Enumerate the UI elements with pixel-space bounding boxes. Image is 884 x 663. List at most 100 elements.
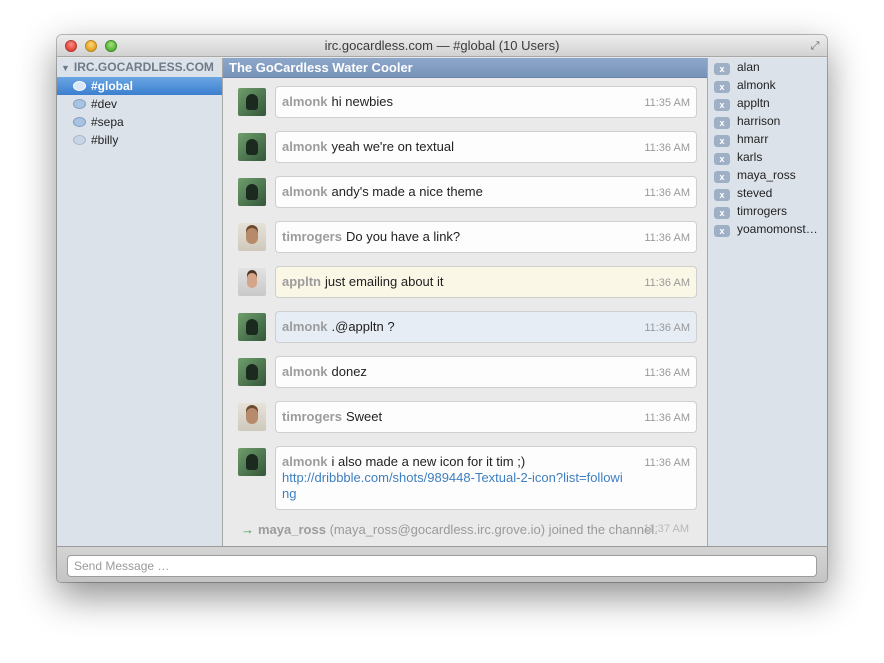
user-name: karls	[737, 150, 763, 164]
message-link[interactable]: http://dribbble.com/shots/989448-Textual…	[282, 470, 623, 501]
message-text: .@appltn ?	[331, 319, 395, 334]
user-name: yoamomonst…	[737, 222, 818, 236]
user-item[interactable]: x yoamomonst…	[708, 220, 827, 238]
user-icon: x	[714, 81, 730, 93]
user-item[interactable]: x steved	[708, 184, 827, 202]
disclosure-triangle-icon[interactable]: ▼	[61, 59, 70, 78]
join-event: → maya_ross (maya_ross@gocardless.irc.gro…	[241, 522, 701, 537]
message-bubble: almonk i also made a new icon for it tim …	[275, 446, 697, 510]
message-bubble: almonk donez 11:36 AM	[275, 356, 697, 388]
message-nick[interactable]: timrogers	[282, 409, 342, 424]
user-name: harrison	[737, 114, 781, 128]
avatar	[238, 88, 266, 116]
message-nick[interactable]: almonk	[282, 454, 328, 469]
user-list: x alan x almonk x appltn x harrison x hmarr x…	[707, 58, 827, 546]
user-icon: x	[714, 207, 730, 219]
user-item[interactable]: x appltn	[708, 94, 827, 112]
user-name: steved	[737, 186, 773, 200]
message-bubble: timrogers Do you have a link? 11:36 AM	[275, 221, 697, 253]
message-time: 11:36 AM	[644, 142, 690, 154]
channel-name: #sepa	[91, 115, 124, 129]
message-time: 11:35 AM	[644, 97, 690, 109]
avatar	[238, 313, 266, 341]
message-time: 11:36 AM	[644, 367, 690, 379]
server-header[interactable]: ▼ IRC.GOCARDLESS.COM	[57, 58, 222, 77]
message-time: 11:36 AM	[644, 322, 690, 334]
user-item[interactable]: x almonk	[708, 76, 827, 94]
join-text: (maya_ross@gocardless.irc.grove.io) join…	[329, 522, 658, 537]
message-nick[interactable]: almonk	[282, 139, 328, 154]
user-item[interactable]: x harrison	[708, 112, 827, 130]
title-bar: irc.gocardless.com — #global (10 Users) …	[57, 35, 827, 57]
user-item[interactable]: x hmarr	[708, 130, 827, 148]
message-nick[interactable]: timrogers	[282, 229, 342, 244]
chat-area: The GoCardless Water Cooler almonk hi new…	[223, 58, 707, 546]
message-bubble: appltn just emailing about it 11:36 AM	[275, 266, 697, 298]
message-nick[interactable]: almonk	[282, 184, 328, 199]
message-text: Do you have a link?	[345, 229, 461, 244]
server-name: IRC.GOCARDLESS.COM	[73, 60, 214, 74]
user-icon: x	[714, 225, 730, 237]
user-name: hmarr	[737, 132, 769, 146]
message-input[interactable]	[67, 555, 817, 577]
user-item[interactable]: x karls	[708, 148, 827, 166]
user-name: appltn	[737, 96, 770, 110]
channel-item-sepa[interactable]: #sepa	[57, 113, 222, 131]
message-text: andy's made a nice theme	[331, 184, 483, 199]
message-time: 11:36 AM	[644, 277, 690, 289]
app-window: irc.gocardless.com — #global (10 Users) …	[57, 35, 827, 582]
message-time: 11:36 AM	[644, 457, 690, 469]
avatar	[238, 358, 266, 386]
user-name: timrogers	[737, 204, 788, 218]
user-icon: x	[714, 117, 730, 129]
avatar	[238, 448, 266, 476]
avatar	[238, 403, 266, 431]
message-nick[interactable]: appltn	[282, 274, 321, 289]
message-nick[interactable]: almonk	[282, 364, 328, 379]
channel-topic: The GoCardless Water Cooler	[223, 58, 707, 78]
join-nick[interactable]: maya_ross	[258, 522, 326, 537]
channel-item-global[interactable]: #global	[57, 77, 222, 95]
chat-bubble-icon	[73, 117, 86, 127]
message-time: 11:36 AM	[644, 412, 690, 424]
join-arrow-icon: →	[241, 522, 254, 537]
chat-bubble-icon	[73, 81, 86, 91]
user-icon: x	[714, 153, 730, 165]
message-text: yeah we're on textual	[331, 139, 454, 154]
chat-bubble-icon	[73, 99, 86, 109]
message-bubble: timrogers Sweet 11:36 AM	[275, 401, 697, 433]
message-time: 11:36 AM	[644, 187, 690, 199]
message-nick[interactable]: almonk	[282, 319, 328, 334]
user-name: maya_ross	[737, 168, 796, 182]
channel-name: #global	[91, 79, 134, 93]
message-time: 11:36 AM	[644, 232, 690, 244]
message-text: hi newbies	[331, 94, 393, 109]
message-bubble: almonk yeah we're on textual 11:36 AM	[275, 131, 697, 163]
channel-name: #dev	[91, 97, 118, 111]
user-item[interactable]: x alan	[708, 58, 827, 76]
message-bubble: almonk .@appltn ? 11:36 AM	[275, 311, 697, 343]
message-text: just emailing about it	[325, 274, 444, 289]
user-icon: x	[714, 135, 730, 147]
window-title: irc.gocardless.com — #global (10 Users)	[324, 38, 560, 53]
channel-item-billy[interactable]: #billy	[57, 131, 222, 149]
avatar	[238, 223, 266, 251]
channel-name: #billy	[91, 133, 119, 147]
fullscreen-icon[interactable]: ⤢	[808, 39, 822, 53]
avatar	[238, 133, 266, 161]
server-sidebar: ▼ IRC.GOCARDLESS.COM #global #dev #sepa #…	[57, 58, 223, 546]
channel-item-dev[interactable]: #dev	[57, 95, 222, 113]
message-bubble: almonk andy's made a nice theme 11:36 AM	[275, 176, 697, 208]
user-name: almonk	[737, 78, 776, 92]
chat-bubble-icon	[73, 135, 86, 145]
avatar	[238, 178, 266, 206]
message-bubble: almonk hi newbies 11:35 AM	[275, 86, 697, 118]
user-icon: x	[714, 171, 730, 183]
join-time: 11:37 AM	[643, 523, 689, 535]
user-item[interactable]: x timrogers	[708, 202, 827, 220]
user-icon: x	[714, 189, 730, 201]
message-text: i also made a new icon for it tim ;)	[331, 454, 526, 469]
message-nick[interactable]: almonk	[282, 94, 328, 109]
user-item[interactable]: x maya_ross	[708, 166, 827, 184]
user-icon: x	[714, 63, 730, 75]
